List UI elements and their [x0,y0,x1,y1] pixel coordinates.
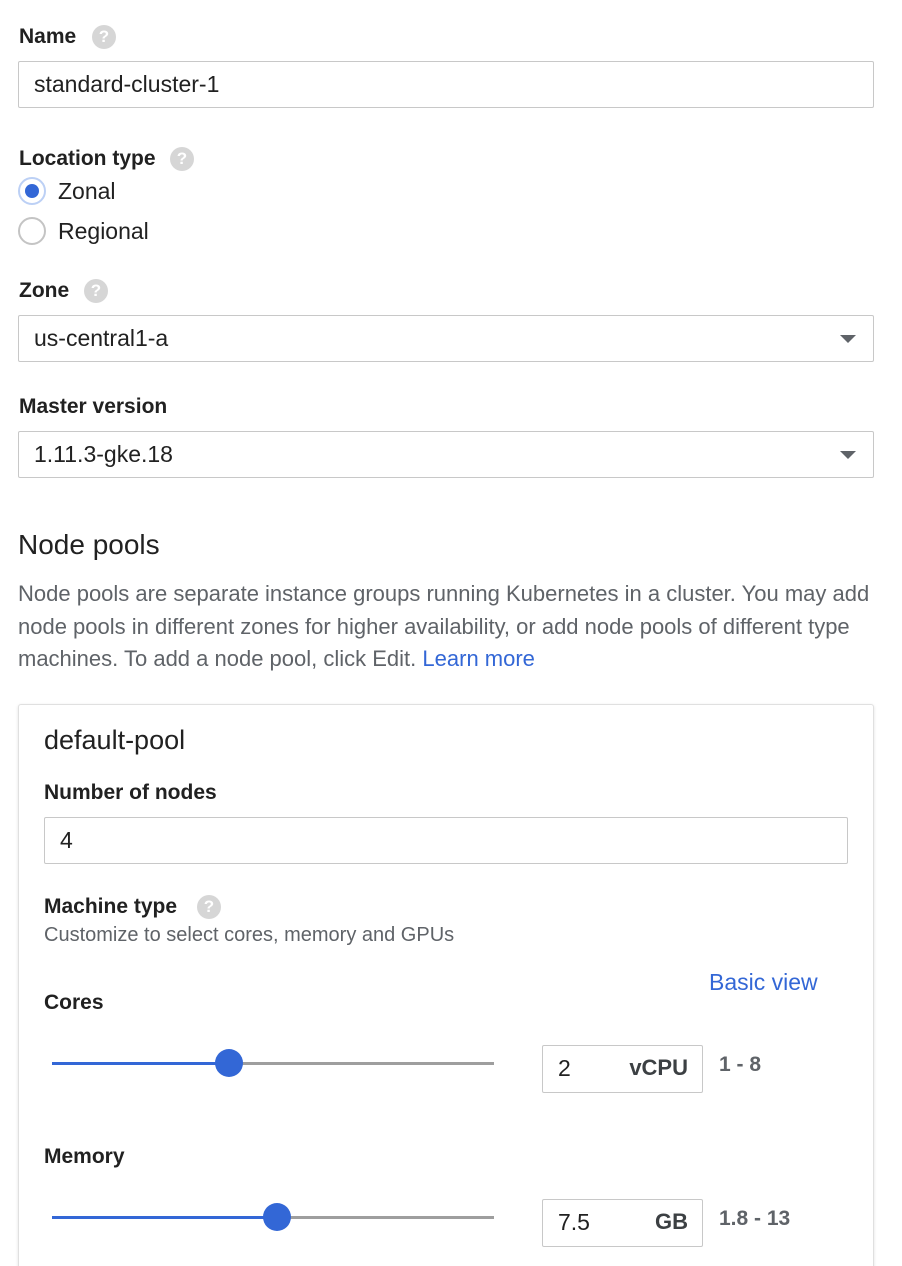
help-icon[interactable]: ? [84,279,108,303]
cores-input[interactable]: 2 vCPU [542,1045,703,1093]
radio-zonal-label[interactable]: Zonal [58,178,116,205]
radio-regional[interactable] [18,217,46,245]
learn-more-link[interactable]: Learn more [422,646,535,671]
node-pools-description: Node pools are separate instance groups … [18,578,878,676]
memory-label: Memory [44,1145,125,1168]
machine-type-label: Machine type [44,895,178,918]
cores-value: 2 [558,1055,571,1081]
name-label: Name [19,25,77,48]
help-icon[interactable]: ? [170,147,194,171]
zone-label: Zone [19,279,70,302]
node-pools-heading: Node pools [18,529,160,560]
cores-range: 1 - 8 [719,1053,762,1076]
memory-range: 1.8 - 13 [719,1207,791,1230]
slider-thumb[interactable] [263,1203,291,1231]
zone-select[interactable]: us-central1-a [18,315,874,362]
master-version-select[interactable]: 1.11.3-gke.18 [18,431,874,478]
slider-fill [52,1062,229,1065]
pool-title: default-pool [44,725,186,755]
memory-unit: GB [655,1209,688,1234]
master-version-value: 1.11.3-gke.18 [34,441,173,467]
num-nodes-label: Number of nodes [44,781,217,804]
zone-select-value: us-central1-a [34,325,169,351]
cores-unit: vCPU [629,1055,688,1080]
chevron-down-icon [840,451,856,459]
cores-slider[interactable] [52,1049,494,1079]
cores-label: Cores [44,991,104,1014]
chevron-down-icon [840,335,856,343]
name-input[interactable]: standard-cluster-1 [18,61,874,108]
default-pool-card: default-pool Number of nodes 4 Machine t… [18,704,874,1266]
location-type-label: Location type [19,147,156,170]
help-icon[interactable]: ? [92,25,116,49]
memory-value: 7.5 [558,1209,590,1235]
memory-input[interactable]: 7.5 GB [542,1199,703,1247]
help-icon[interactable]: ? [197,895,221,919]
radio-regional-label[interactable]: Regional [58,218,149,245]
memory-slider[interactable] [52,1203,494,1233]
machine-type-help-text: Customize to select cores, memory and GP… [44,924,455,946]
radio-zonal[interactable] [18,177,46,205]
slider-thumb[interactable] [215,1049,243,1077]
num-nodes-input[interactable]: 4 [44,817,848,864]
slider-fill [52,1216,277,1219]
master-version-label: Master version [19,395,168,418]
basic-view-link[interactable]: Basic view [709,969,818,996]
